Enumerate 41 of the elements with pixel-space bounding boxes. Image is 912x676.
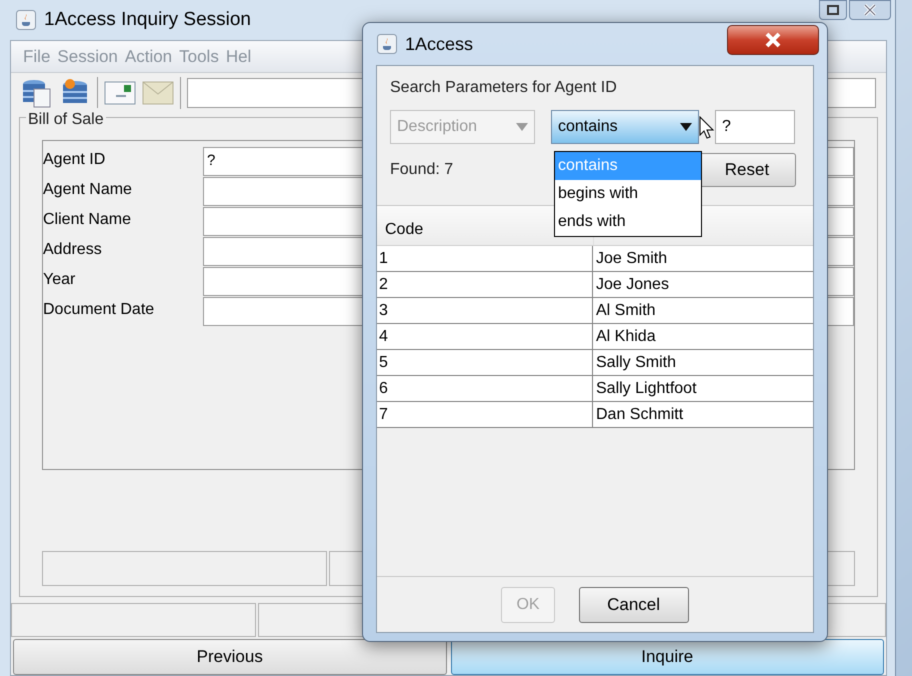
table-cell-text: Sally Smith	[595, 353, 678, 373]
dropdown-arrow-icon	[516, 123, 528, 131]
close-icon	[863, 4, 877, 16]
nav-button[interactable]: Inquire	[450, 639, 884, 675]
dialog-button[interactable]: Cancel	[578, 586, 689, 622]
close-button[interactable]	[727, 25, 819, 55]
field-label: Year	[43, 270, 76, 290]
table-cell-text: Al Khida	[595, 327, 657, 347]
search-field[interactable]: ?	[715, 110, 795, 144]
table-cell-text: Sally Lightfoot	[595, 379, 698, 399]
table-cell: 7	[377, 402, 593, 427]
java-cup-icon	[377, 34, 397, 54]
envelope-icon	[142, 81, 174, 105]
table-cell: 6	[377, 376, 593, 401]
table-cell: 2	[377, 272, 593, 297]
java-cup-icon	[16, 10, 36, 30]
table-cell: 4	[377, 324, 593, 349]
dialog-title: 1Access	[405, 32, 474, 56]
table-cell-text: Joe Smith	[595, 249, 668, 269]
table-cell-text: Al Smith	[595, 301, 657, 321]
field-label: Client Name	[43, 210, 132, 230]
table-cell: 3	[377, 298, 593, 323]
table-cell-text: Dan Schmitt	[595, 405, 684, 425]
operator-combo[interactable]: contains	[551, 110, 699, 144]
database-document-icon	[21, 77, 53, 109]
nav-button[interactable]: Previous	[13, 639, 446, 675]
table-cell: 5	[377, 350, 593, 375]
dropdown-arrow-icon	[680, 123, 692, 131]
field-label: Document Date	[43, 300, 156, 320]
mouse-cursor-icon	[699, 116, 715, 140]
group-title: Search Parameters for Agent ID	[390, 78, 618, 98]
maximize-icon	[827, 5, 839, 15]
close-icon	[764, 32, 782, 48]
table-cell-text: Joe Jones	[595, 275, 670, 295]
envelope-stamp-icon	[104, 80, 136, 106]
window-title: 1Access Inquiry Session	[44, 8, 251, 32]
maximize-button[interactable]	[819, 0, 847, 20]
table-cell: 1	[377, 246, 593, 271]
field-label: Agent ID	[43, 150, 106, 170]
field-label: Agent Name	[43, 180, 133, 200]
field-label: Address	[43, 240, 103, 260]
